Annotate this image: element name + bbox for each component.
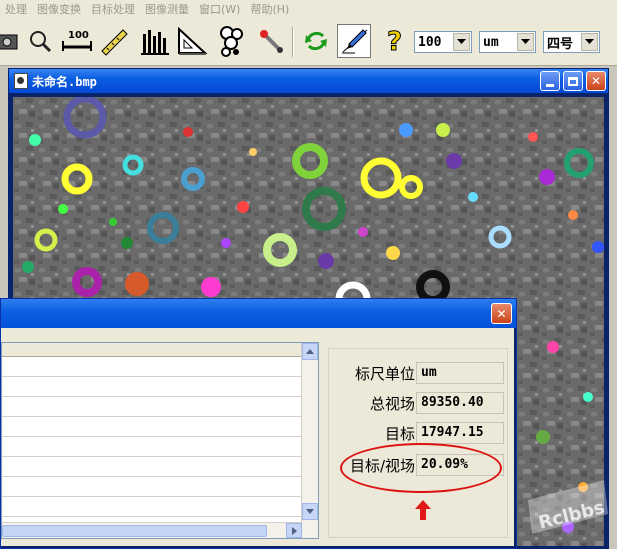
pen-line-icon [342, 29, 368, 54]
annotate-button[interactable] [337, 24, 371, 58]
statistics-dialog: ✕ 标尺单位 um 总视场 89350.40 目标 17947.15 目标/视场… [0, 298, 517, 549]
image-window-titlebar[interactable]: 未命名.bmp ✕ [9, 69, 608, 93]
maximize-button[interactable] [563, 71, 583, 91]
scale-value-text: 100 [418, 34, 442, 50]
chevron-right-icon [291, 526, 297, 535]
total-field-value: 89350.40 [416, 392, 504, 414]
list-item[interactable] [2, 397, 318, 417]
total-field-label: 总视场 [369, 395, 415, 413]
scale-unit-value: um [416, 362, 504, 384]
maximize-icon [568, 76, 578, 86]
ruler-icon [101, 29, 128, 56]
refresh-button[interactable] [299, 23, 333, 59]
magnifier-icon [30, 31, 52, 53]
list-item[interactable] [2, 477, 318, 497]
grain-icon [220, 26, 243, 57]
unit-value-text: um [483, 34, 499, 50]
scale-value-select[interactable]: 100 [414, 31, 472, 53]
particle-button[interactable] [215, 23, 249, 59]
toolbar: 100 ? 100 um 四号 [0, 17, 617, 66]
scroll-thumb[interactable] [2, 525, 267, 537]
eyedropper-icon [260, 30, 283, 53]
list-header [2, 343, 318, 357]
menu-target-processing[interactable]: 目标处理 [86, 1, 140, 17]
image-window-title: 未命名.bmp [32, 74, 97, 89]
vertical-scrollbar[interactable] [301, 343, 318, 538]
ratio-value: 20.09% [416, 454, 504, 476]
toolbar-separator [292, 27, 294, 57]
menu-processing[interactable]: 处理 [0, 1, 32, 17]
svg-text:?: ? [387, 27, 402, 56]
picker-button[interactable] [254, 23, 288, 59]
unit-select[interactable]: um [479, 31, 536, 53]
scale-bar-text: 100 [68, 30, 89, 41]
menu-image-transform[interactable]: 图像变换 [32, 1, 86, 17]
minimize-button[interactable] [540, 71, 560, 91]
scale-bar-button[interactable]: 100 [60, 23, 94, 59]
list-item[interactable] [2, 357, 318, 377]
list-item[interactable] [2, 497, 318, 517]
list-item[interactable] [2, 457, 318, 477]
chevron-down-icon[interactable] [453, 33, 470, 51]
menu-image-measure[interactable]: 图像测量 [140, 1, 194, 17]
close-icon: ✕ [590, 74, 602, 88]
menu-window[interactable]: 窗口(W) [194, 1, 245, 17]
scroll-right-button[interactable] [286, 523, 302, 538]
menu-bar: 处理 图像变换 目标处理 图像测量 窗口(W) 帮助(H) [0, 0, 617, 17]
zoom-button[interactable] [23, 23, 57, 59]
close-icon: ✕ [496, 306, 507, 321]
target-value: 17947.15 [416, 422, 504, 444]
minimize-icon [546, 83, 554, 87]
list-item[interactable] [2, 437, 318, 457]
chevron-down-icon[interactable] [517, 33, 534, 51]
scale-unit-label: 标尺单位 [354, 365, 415, 383]
histogram-button[interactable] [138, 23, 172, 59]
target-label: 目标 [384, 425, 415, 443]
ruler-button[interactable] [97, 23, 131, 59]
triangle-ruler-icon [178, 26, 208, 55]
dialog-body: 标尺单位 um 总视场 89350.40 目标 17947.15 目标/视场 2… [1, 328, 514, 546]
close-button[interactable]: ✕ [586, 71, 606, 91]
camera-button[interactable] [0, 23, 24, 59]
result-list[interactable] [1, 342, 319, 539]
histogram-icon [141, 30, 169, 55]
font-size-select[interactable]: 四号 [543, 31, 600, 53]
chevron-down-icon[interactable] [581, 33, 598, 51]
help-button[interactable]: ? [378, 23, 412, 59]
refresh-icon [305, 31, 327, 51]
scroll-down-button[interactable] [302, 503, 318, 520]
dialog-titlebar[interactable]: ✕ [1, 299, 516, 328]
list-item[interactable] [2, 417, 318, 437]
list-item[interactable] [2, 377, 318, 397]
font-size-value-text: 四号 [547, 36, 574, 52]
document-icon [14, 73, 28, 89]
up-arrow-icon [415, 500, 431, 520]
chevron-down-icon [306, 509, 314, 514]
horizontal-scrollbar[interactable] [2, 522, 302, 538]
watermark: Rclbbs [528, 480, 608, 534]
question-icon: ? [387, 27, 403, 57]
angle-measure-button[interactable] [175, 23, 209, 59]
chevron-up-icon [306, 349, 314, 354]
camera-icon [0, 34, 18, 50]
menu-help[interactable]: 帮助(H) [245, 1, 294, 17]
scale-bar-icon: 100 [62, 30, 92, 51]
ratio-label: 目标/视场 [349, 457, 415, 475]
scroll-up-button[interactable] [302, 343, 318, 360]
dialog-close-button[interactable]: ✕ [491, 303, 512, 324]
